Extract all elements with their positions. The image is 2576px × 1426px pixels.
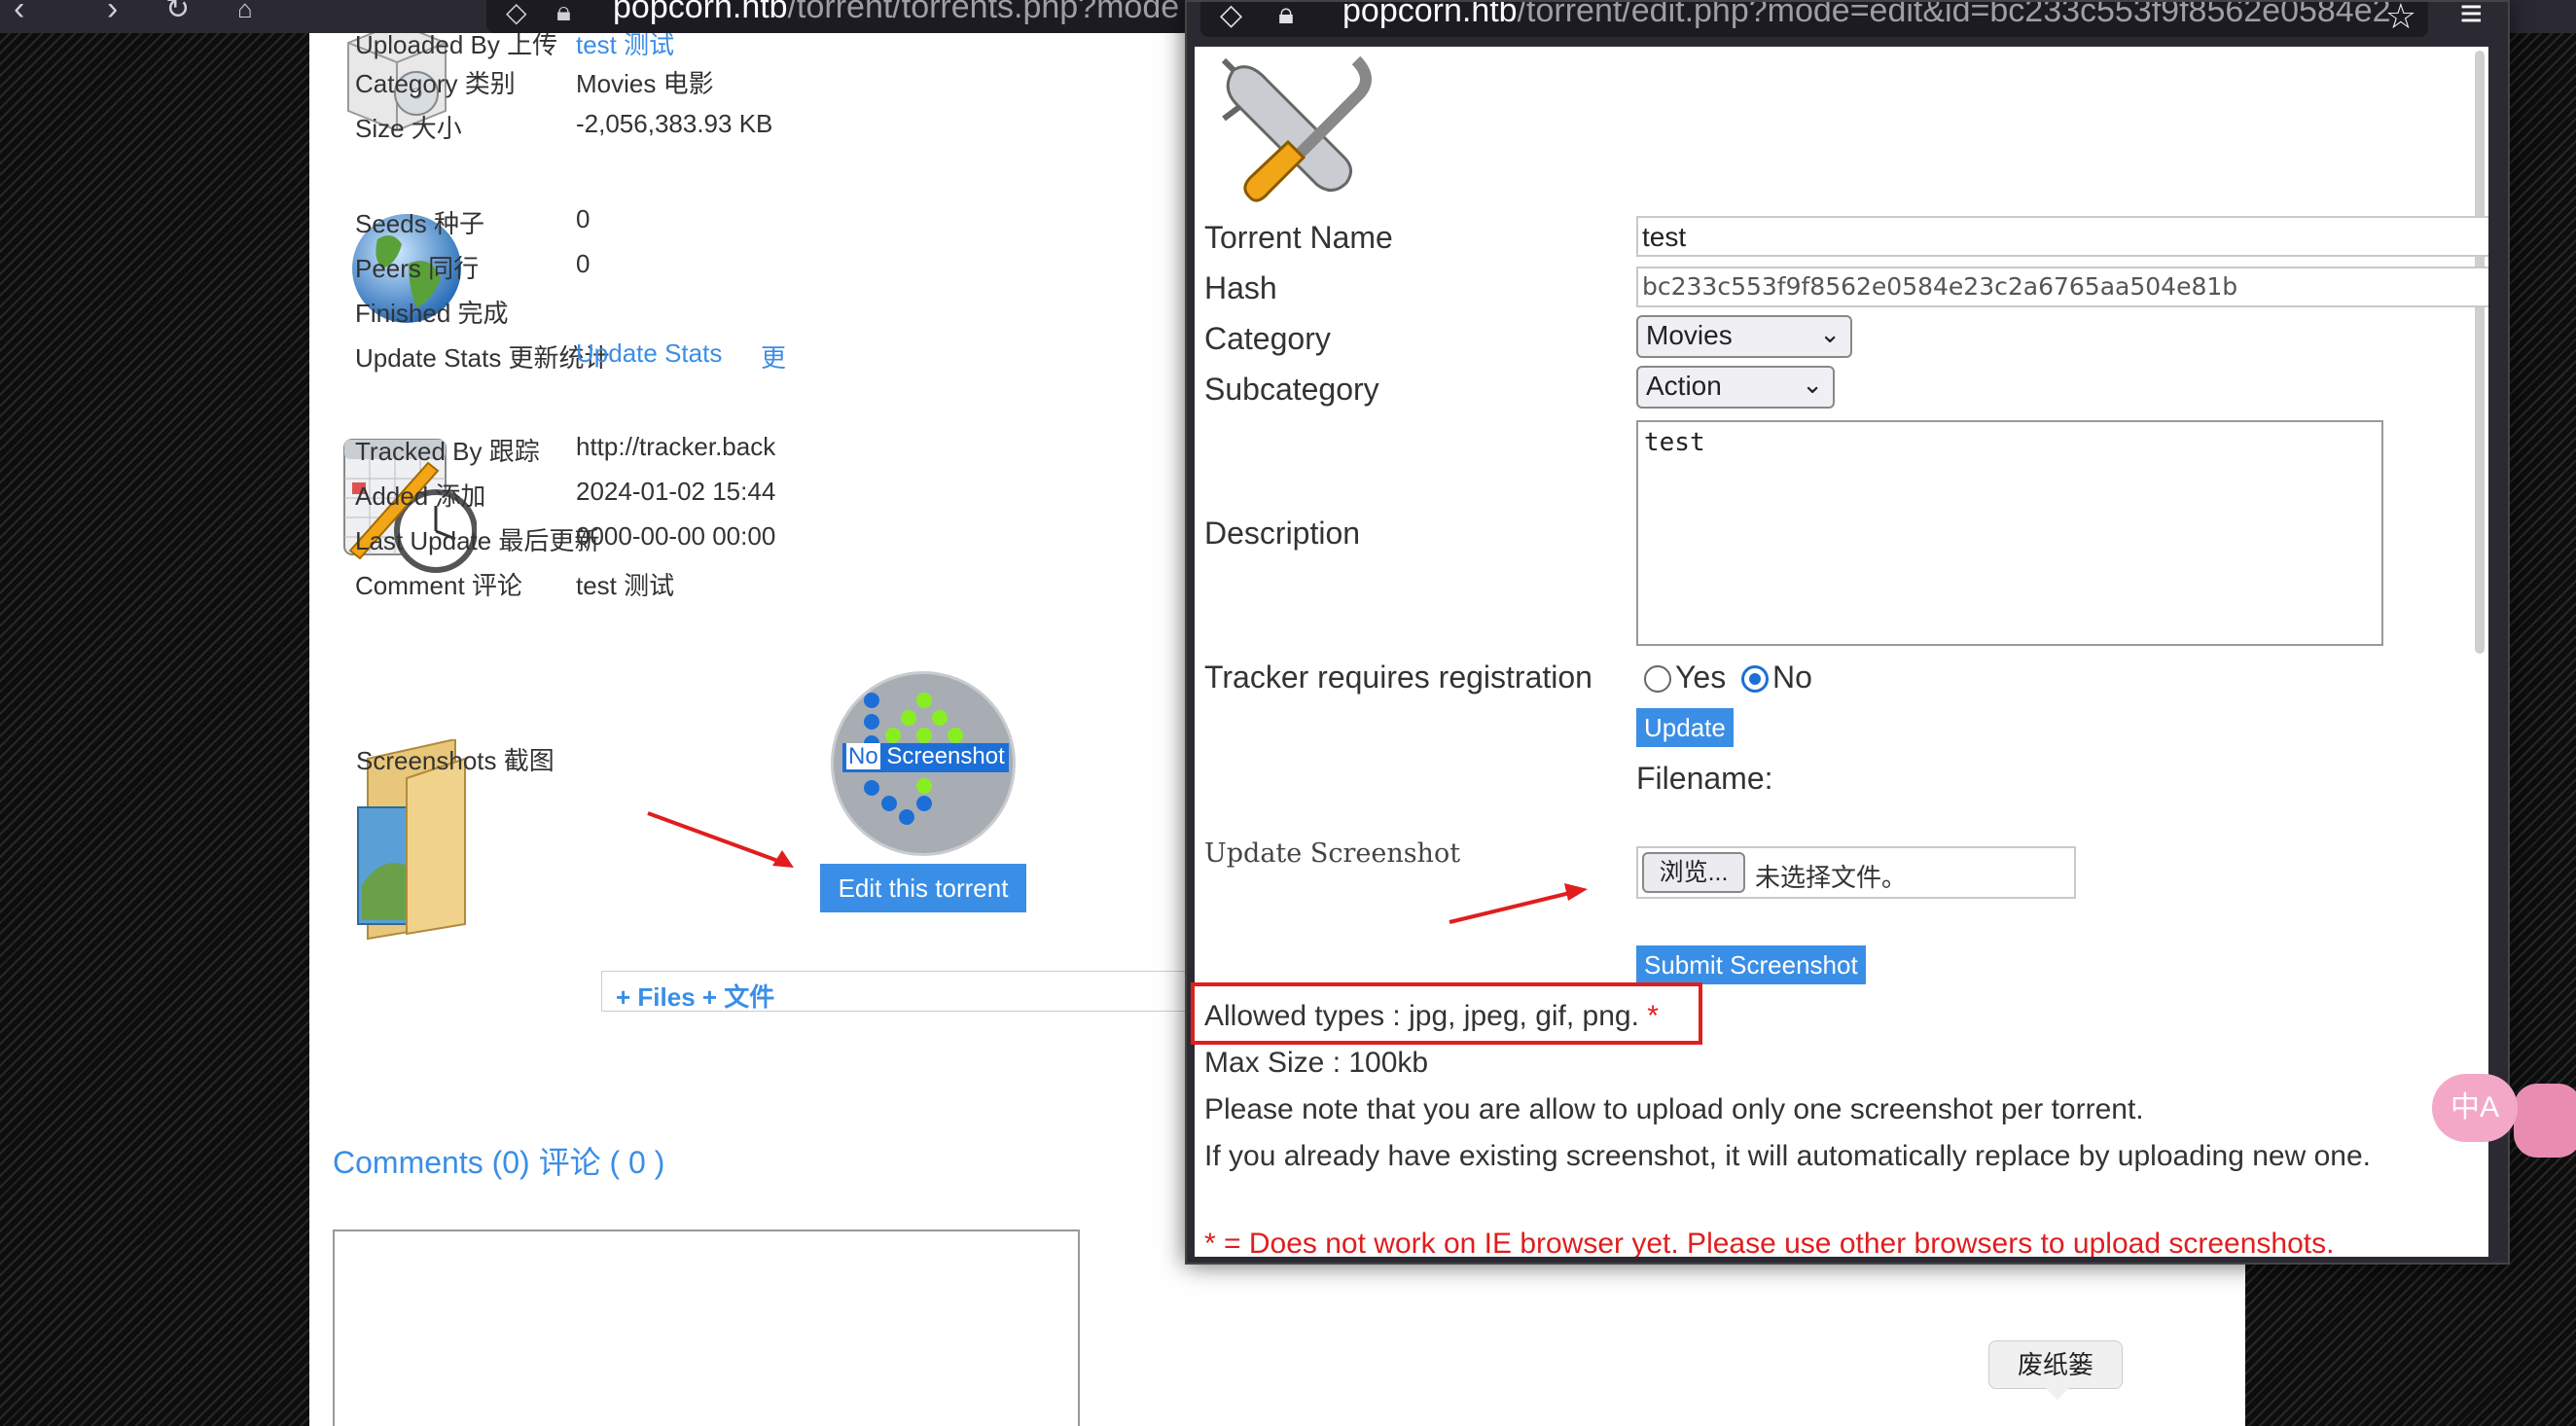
- hamburger-menu-icon[interactable]: ≡: [2460, 0, 2483, 36]
- description-textarea[interactable]: test: [1636, 420, 2383, 646]
- home-icon[interactable]: ⌂: [237, 0, 253, 24]
- browse-button[interactable]: 浏览...: [1642, 852, 1745, 893]
- screenshots-label: Screenshots 截图: [356, 746, 555, 775]
- category-value: Movies 电影: [576, 69, 714, 98]
- file-status-text: 未选择文件。: [1755, 863, 1908, 892]
- chevron-down-icon: ⌄: [1819, 319, 1841, 348]
- tracked-by-label: Tracked By 跟踪: [355, 437, 540, 466]
- update-screenshot-label: Update Screenshot: [1204, 838, 1461, 869]
- size-value: -2,056,383.93 KB: [576, 109, 773, 138]
- background-url-text: popcorn.htb/torrent/torrents.php?mode: [613, 0, 1180, 25]
- update-stats-link[interactable]: Update Stats: [576, 339, 722, 369]
- hash-input[interactable]: bc233c553f9f8562e0584e23c2a6765aa504e81b: [1636, 267, 2488, 307]
- insecure-lock-icon: 🔒︎: [1278, 2, 1294, 30]
- trash-tooltip: 废纸篓: [1988, 1340, 2123, 1400]
- lock-icon: 🔒︎: [556, 0, 571, 26]
- shield-icon: ◇: [1220, 2, 1243, 31]
- submit-screenshot-button[interactable]: Submit Screenshot: [1636, 945, 1866, 984]
- finished-label: Finished 完成: [355, 299, 509, 328]
- forward-icon[interactable]: ›: [107, 0, 118, 28]
- tracker-no-label: No: [1772, 660, 1812, 695]
- torrent-name-input[interactable]: test: [1636, 216, 2488, 257]
- comments-title[interactable]: Comments (0) 评论 ( 0 ): [333, 1138, 664, 1183]
- uploaded-by-link[interactable]: test 测试: [576, 33, 674, 61]
- added-label: Added 添加: [355, 481, 486, 511]
- comment-value: test 测试: [576, 571, 675, 600]
- translate-icon[interactable]: 中A: [2432, 1074, 2518, 1142]
- description-label: Description: [1204, 516, 1361, 551]
- replace-screenshot-note: If you already have existing screenshot,…: [1204, 1140, 2372, 1172]
- bookmark-star-icon[interactable]: ☆: [2385, 2, 2416, 37]
- tracker-registration-label: Tracker requires registration: [1204, 660, 1592, 695]
- hash-label: Hash: [1204, 270, 1277, 305]
- one-screenshot-note: Please note that you are allow to upload…: [1204, 1093, 2144, 1125]
- screenshot-file-input[interactable]: 浏览... 未选择文件。: [1636, 846, 2076, 899]
- seeds-label: Seeds 种子: [355, 209, 484, 238]
- ie-warning-text: * = Does not work on IE browser yet. Ple…: [1204, 1228, 2335, 1257]
- torrent-name-label: Torrent Name: [1204, 220, 1393, 255]
- update-button[interactable]: Update: [1636, 708, 1734, 747]
- last-update-label: Last Update 最后更新: [355, 526, 600, 555]
- background-url-bar[interactable]: ◇ 🔒︎ popcorn.htb/torrent/torrents.php?mo…: [486, 0, 1187, 33]
- files-toggle-label: + Files + 文件: [616, 982, 775, 1012]
- side-widget-icon[interactable]: [2514, 1084, 2576, 1158]
- tracker-no-radio[interactable]: [1741, 665, 1769, 693]
- annotation-highlight-allowed-types: [1191, 982, 1702, 1045]
- max-size-text: Max Size : 100kb: [1204, 1047, 1429, 1079]
- subcategory-select[interactable]: Action ⌄: [1636, 366, 1835, 409]
- tracked-by-value: http://tracker.back: [576, 432, 776, 461]
- no-screenshot-label: No Screenshot: [842, 743, 1009, 772]
- popup-url-text: popcorn.htb/torrent/edit.php?mode=edit&i…: [1342, 2, 2391, 29]
- annotation-arrow-edit: [647, 811, 794, 868]
- tools-icon: [1221, 55, 1372, 202]
- edit-torrent-form: Torrent Name test Hash bc233c553f9f8562e…: [1195, 47, 2488, 1257]
- comment-textarea[interactable]: [333, 1230, 1080, 1426]
- comment-label: Comment 评论: [355, 571, 522, 600]
- seeds-value: 0: [576, 204, 590, 233]
- edit-torrent-button[interactable]: Edit this torrent: [820, 864, 1026, 912]
- uploaded-by-label: Uploaded By 上传: [355, 33, 558, 59]
- last-update-value: 0000-00-00 00:00: [576, 521, 776, 551]
- popup-url-bar[interactable]: ◇ 🔒︎ popcorn.htb/torrent/edit.php?mode=e…: [1200, 2, 2428, 37]
- popup-scrollbar[interactable]: [2475, 51, 2485, 654]
- tracker-yes-radio[interactable]: [1644, 665, 1671, 693]
- annotation-arrow-upload: [1449, 883, 1588, 924]
- filename-label: Filename:: [1636, 761, 1773, 796]
- category-select[interactable]: Movies ⌄: [1636, 315, 1852, 358]
- shield-icon: ◇: [506, 0, 527, 27]
- update-stats-link-cn[interactable]: 更: [761, 339, 786, 374]
- added-value: 2024-01-02 15:44: [576, 477, 776, 506]
- update-stats-label: Update Stats 更新统计: [355, 343, 610, 373]
- chevron-down-icon: ⌄: [1802, 370, 1823, 399]
- tracker-yes-label: Yes: [1675, 660, 1727, 695]
- back-icon[interactable]: ‹: [14, 0, 24, 28]
- category-label: Category: [1204, 321, 1331, 356]
- size-label: Size 大小: [355, 114, 462, 143]
- edit-torrent-popup-window: ◇ 🔒︎ popcorn.htb/torrent/edit.php?mode=e…: [1185, 0, 2510, 1265]
- reload-icon[interactable]: ↻: [165, 0, 190, 26]
- peers-label: Peers 同行: [355, 254, 480, 283]
- peers-value: 0: [576, 249, 590, 278]
- subcategory-label: Subcategory: [1204, 372, 1379, 407]
- category-label: Category 类别: [355, 69, 516, 98]
